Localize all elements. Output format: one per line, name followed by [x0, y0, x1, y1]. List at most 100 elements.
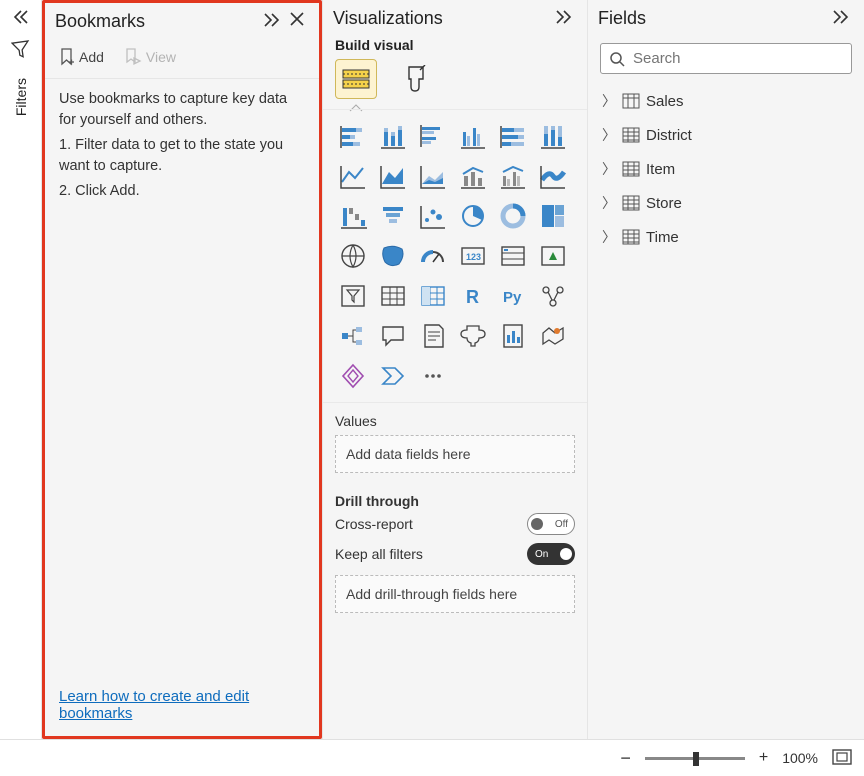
fields-collapse-button[interactable] [828, 8, 854, 29]
fields-search-box[interactable] [600, 43, 852, 74]
stacked-area-chart-icon[interactable] [415, 158, 451, 194]
bookmarks-title: Bookmarks [55, 11, 259, 32]
decomposition-tree-icon[interactable] [335, 318, 371, 354]
svg-text:Py: Py [503, 289, 522, 306]
r-visual-icon[interactable]: R [455, 278, 491, 314]
table-icon [622, 127, 640, 143]
keep-filters-label: Keep all filters [335, 546, 423, 562]
svg-text:123: 123 [466, 252, 481, 262]
field-table-store[interactable]: 〉 Store [600, 186, 852, 220]
filters-label: Filters [13, 78, 29, 116]
chevron-right-icon: 〉 [602, 227, 616, 247]
zoom-out-button[interactable]: − [620, 748, 631, 769]
hundred-stacked-column-icon[interactable] [535, 118, 571, 154]
get-more-visuals-icon[interactable] [415, 358, 451, 394]
keep-filters-toggle[interactable]: On [527, 543, 575, 565]
slicer-icon[interactable] [335, 278, 371, 314]
fields-list: 〉 Sales 〉 District 〉 Item 〉 Store 〉 [588, 84, 864, 254]
key-influencers-icon[interactable] [535, 278, 571, 314]
filled-map-icon[interactable] [375, 238, 411, 274]
drill-through-dropzone[interactable]: Add drill-through fields here [335, 575, 575, 613]
build-visual-tab[interactable] [335, 59, 377, 99]
matrix-icon[interactable] [415, 278, 451, 314]
filter-icon[interactable] [11, 39, 31, 64]
values-dropzone[interactable]: Add data fields here [335, 435, 575, 473]
bookmarks-add-button[interactable]: Add [51, 44, 112, 70]
search-icon [609, 51, 625, 67]
line-chart-icon[interactable] [335, 158, 371, 194]
scatter-chart-icon[interactable] [415, 198, 451, 234]
paginated-report-icon[interactable] [495, 318, 531, 354]
table-tab-icon [342, 68, 370, 90]
stacked-bar-chart-icon[interactable] [335, 118, 371, 154]
zoom-level: 100% [782, 750, 818, 766]
multi-row-card-icon[interactable] [495, 238, 531, 274]
zoom-in-button[interactable]: + [759, 749, 768, 767]
field-table-item[interactable]: 〉 Item [600, 152, 852, 186]
power-apps-icon[interactable] [335, 358, 371, 394]
fit-to-page-button[interactable] [832, 749, 852, 768]
visualizations-collapse-button[interactable] [551, 8, 577, 29]
field-label: Time [646, 229, 679, 246]
card-icon[interactable]: 123 [455, 238, 491, 274]
field-table-time[interactable]: 〉 Time [600, 220, 852, 254]
chevron-right-icon: 〉 [602, 91, 616, 111]
svg-text:R: R [466, 287, 479, 307]
zoom-slider[interactable] [645, 757, 745, 760]
table-icon [622, 195, 640, 211]
field-label: Sales [646, 93, 684, 110]
cross-report-toggle[interactable]: Off [527, 513, 575, 535]
bookmark-view-icon [124, 48, 142, 66]
waterfall-chart-icon[interactable] [335, 198, 371, 234]
goals-icon[interactable] [455, 318, 491, 354]
pie-chart-icon[interactable] [455, 198, 491, 234]
line-clustered-column-icon[interactable] [495, 158, 531, 194]
values-section-label: Values [323, 403, 587, 429]
ribbon-chart-icon[interactable] [535, 158, 571, 194]
fields-panel: Fields 〉 Sales 〉 District 〉 Item [587, 0, 864, 739]
arcgis-map-icon[interactable] [535, 318, 571, 354]
table-calc-icon [622, 93, 640, 109]
chevron-right-icon: 〉 [602, 125, 616, 145]
field-label: District [646, 127, 692, 144]
view-button-label: View [146, 49, 176, 65]
zoom-footer: − + 100% [0, 740, 864, 776]
add-button-label: Add [79, 49, 104, 65]
bookmark-add-icon [59, 48, 75, 66]
smart-narrative-icon[interactable] [415, 318, 451, 354]
hundred-stacked-bar-icon[interactable] [495, 118, 531, 154]
power-automate-icon[interactable] [375, 358, 411, 394]
search-input[interactable] [633, 50, 843, 67]
area-chart-icon[interactable] [375, 158, 411, 194]
funnel-chart-icon[interactable] [375, 198, 411, 234]
drill-through-label: Drill through [323, 483, 587, 509]
clustered-bar-chart-icon[interactable] [415, 118, 451, 154]
field-table-sales[interactable]: 〉 Sales [600, 84, 852, 118]
table-icon[interactable] [375, 278, 411, 314]
format-visual-tab[interactable] [395, 59, 437, 99]
fields-title: Fields [598, 8, 828, 29]
visualizations-panel: Visualizations Build visual [322, 0, 587, 739]
map-icon[interactable] [335, 238, 371, 274]
filters-expand-icon[interactable] [9, 8, 33, 29]
cross-report-label: Cross-report [335, 516, 413, 532]
gauge-icon[interactable] [415, 238, 451, 274]
bookmarks-panel: Bookmarks Add View Use bookmarks to capt… [42, 0, 322, 739]
visualization-gallery: 123 R Py [323, 109, 587, 403]
clustered-column-chart-icon[interactable] [455, 118, 491, 154]
treemap-icon[interactable] [535, 198, 571, 234]
format-brush-icon [403, 65, 429, 93]
line-stacked-column-icon[interactable] [455, 158, 491, 194]
bookmarks-collapse-button[interactable] [259, 11, 285, 32]
field-label: Store [646, 195, 682, 212]
stacked-column-chart-icon[interactable] [375, 118, 411, 154]
field-table-district[interactable]: 〉 District [600, 118, 852, 152]
kpi-icon[interactable] [535, 238, 571, 274]
table-icon [622, 161, 640, 177]
bookmarks-learn-link[interactable]: Learn how to create and edit bookmarks [59, 688, 249, 722]
python-visual-icon[interactable]: Py [495, 278, 531, 314]
bookmarks-close-button[interactable] [285, 11, 309, 32]
donut-chart-icon[interactable] [495, 198, 531, 234]
qa-visual-icon[interactable] [375, 318, 411, 354]
filters-rail: Filters [0, 0, 42, 739]
